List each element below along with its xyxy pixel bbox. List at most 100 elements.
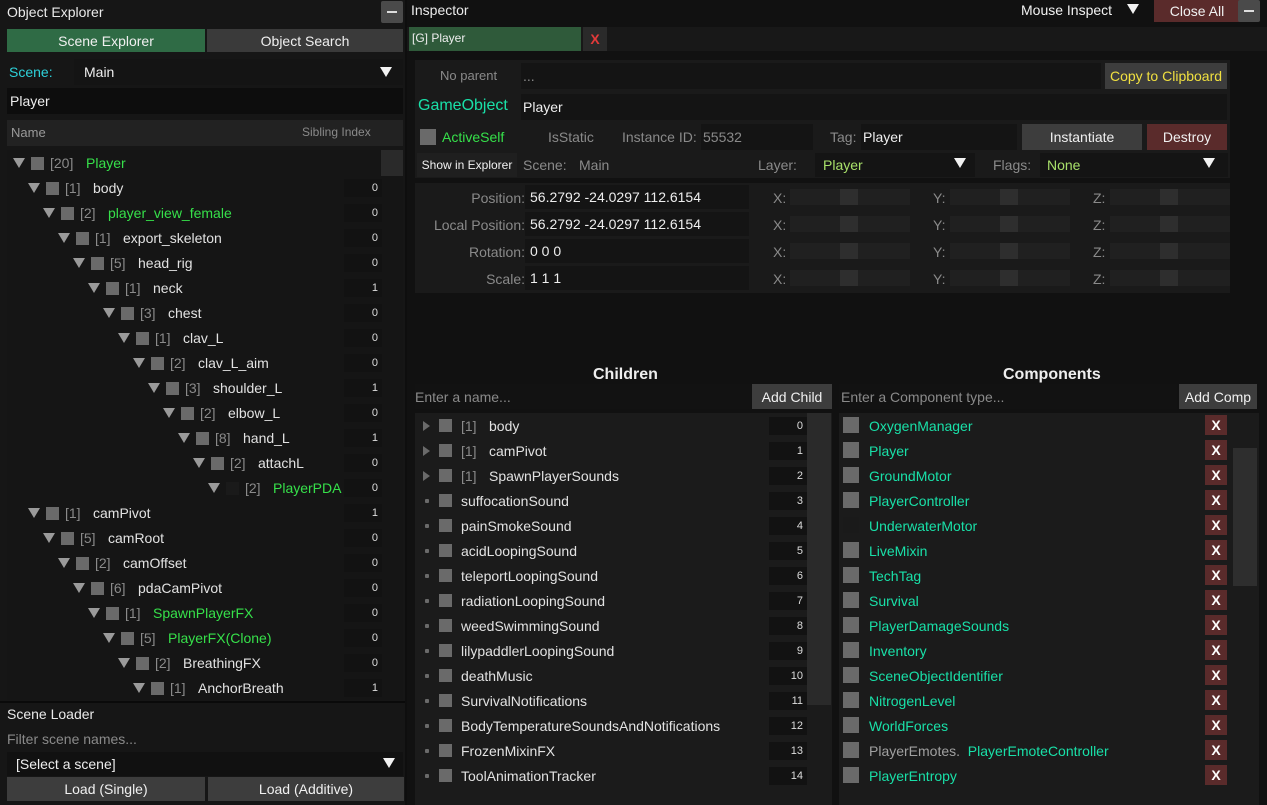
components-scrollbar[interactable] — [1233, 448, 1257, 586]
tree-row[interactable]: [1] export_skeleton 0 — [7, 225, 403, 250]
remove-component-button[interactable]: X — [1205, 640, 1227, 660]
sibling-index-field[interactable]: 0 — [344, 629, 382, 647]
slider-handle[interactable] — [1000, 243, 1018, 259]
component-enabled-checkbox[interactable] — [843, 742, 859, 758]
child-sibling-index[interactable]: 12 — [769, 717, 807, 735]
active-checkbox[interactable] — [46, 182, 59, 195]
axis-slider[interactable] — [790, 243, 910, 259]
child-row[interactable]: deathMusic 10 — [415, 663, 832, 688]
slider-handle[interactable] — [840, 243, 858, 259]
child-sibling-index[interactable]: 1 — [769, 442, 807, 460]
tree-row[interactable]: [1] body 0 — [7, 175, 403, 200]
tree-row[interactable]: [2] elbow_L 0 — [7, 400, 403, 425]
axis-slider[interactable] — [950, 216, 1070, 232]
tree-row[interactable]: [2] PlayerPDA 0 — [7, 475, 403, 500]
component-enabled-checkbox[interactable] — [843, 642, 859, 658]
sibling-index-field[interactable]: 1 — [344, 379, 382, 397]
expand-toggle-icon[interactable] — [193, 458, 205, 468]
slider-handle[interactable] — [840, 189, 858, 205]
remove-component-button[interactable]: X — [1205, 665, 1227, 685]
expand-toggle-icon[interactable] — [73, 583, 85, 593]
axis-slider[interactable] — [790, 216, 910, 232]
axis-slider[interactable] — [1110, 189, 1230, 205]
active-checkbox[interactable] — [151, 357, 164, 370]
active-checkbox[interactable] — [61, 207, 74, 220]
component-row[interactable]: GroundMotor X — [839, 463, 1259, 488]
tree-row[interactable]: [2] camOffset 0 — [7, 550, 403, 575]
component-row[interactable]: SceneObjectIdentifier X — [839, 663, 1259, 688]
component-enabled-checkbox[interactable] — [843, 592, 859, 608]
component-enabled-checkbox[interactable] — [843, 492, 859, 508]
active-checkbox[interactable] — [136, 332, 149, 345]
expand-toggle-icon[interactable] — [103, 308, 115, 318]
expand-toggle-icon[interactable] — [118, 658, 130, 668]
child-active-checkbox[interactable] — [439, 769, 452, 782]
child-active-checkbox[interactable] — [439, 644, 452, 657]
load-additive-button[interactable]: Load (Additive) — [208, 777, 404, 801]
component-enabled-checkbox[interactable] — [843, 467, 859, 483]
expand-arrow-icon[interactable] — [423, 446, 430, 456]
copy-to-clipboard-button[interactable]: Copy to Clipboard — [1105, 63, 1227, 89]
component-row[interactable]: PlayerDamageSounds X — [839, 613, 1259, 638]
child-row[interactable]: BodyTemperatureSoundsAndNotifications 12 — [415, 713, 832, 738]
child-active-checkbox[interactable] — [439, 569, 452, 582]
tab-scene-explorer[interactable]: Scene Explorer — [7, 29, 205, 52]
hierarchy-scrollbar[interactable] — [381, 150, 403, 176]
expand-toggle-icon[interactable] — [28, 508, 40, 518]
object-explorer-minimize-button[interactable] — [381, 1, 403, 23]
child-row[interactable]: acidLoopingSound 5 — [415, 538, 832, 563]
transform-value-input[interactable]: 56.2792 -24.0297 112.6154 — [525, 212, 749, 236]
expand-toggle-icon[interactable] — [88, 608, 100, 618]
child-active-checkbox[interactable] — [439, 669, 452, 682]
tab-inspected-player[interactable]: [G] Player — [409, 27, 581, 51]
remove-component-button[interactable]: X — [1205, 565, 1227, 585]
child-active-checkbox[interactable] — [439, 444, 452, 457]
component-row[interactable]: PlayerController X — [839, 488, 1259, 513]
expand-toggle-icon[interactable] — [28, 183, 40, 193]
component-row[interactable]: TechTag X — [839, 563, 1259, 588]
transform-value-input[interactable]: 0 0 0 — [525, 239, 749, 263]
child-row[interactable]: lilypaddlerLoopingSound 9 — [415, 638, 832, 663]
active-checkbox[interactable] — [151, 682, 164, 695]
slider-handle[interactable] — [1000, 189, 1018, 205]
tree-row[interactable]: [5] PlayerFX(Clone) 0 — [7, 625, 403, 650]
component-enabled-checkbox[interactable] — [843, 442, 859, 458]
active-checkbox[interactable] — [136, 657, 149, 670]
tree-row[interactable]: [5] head_rig 0 — [7, 250, 403, 275]
expand-toggle-icon[interactable] — [208, 483, 220, 493]
expand-toggle-icon[interactable] — [103, 633, 115, 643]
sibling-index-field[interactable]: 0 — [344, 604, 382, 622]
active-checkbox[interactable] — [31, 157, 44, 170]
remove-component-button[interactable]: X — [1205, 465, 1227, 485]
child-active-checkbox[interactable] — [439, 494, 452, 507]
expand-toggle-icon[interactable] — [148, 383, 160, 393]
remove-component-button[interactable]: X — [1205, 615, 1227, 635]
axis-slider[interactable] — [1110, 243, 1230, 259]
sibling-index-field[interactable]: 0 — [344, 254, 382, 272]
expand-toggle-icon[interactable] — [73, 258, 85, 268]
child-active-checkbox[interactable] — [439, 594, 452, 607]
expand-toggle-icon[interactable] — [88, 283, 100, 293]
slider-handle[interactable] — [840, 270, 858, 286]
tree-row[interactable]: [1] clav_L 0 — [7, 325, 403, 350]
mouse-inspect-dropdown[interactable]: Mouse Inspect — [1021, 2, 1112, 18]
child-name-input[interactable]: Enter a name... — [415, 384, 751, 409]
sibling-index-field[interactable]: 1 — [344, 679, 382, 697]
axis-slider[interactable] — [950, 189, 1070, 205]
slider-handle[interactable] — [840, 216, 858, 232]
slider-handle[interactable] — [1160, 216, 1178, 232]
active-checkbox[interactable] — [46, 507, 59, 520]
component-enabled-checkbox[interactable] — [843, 542, 859, 558]
tree-row[interactable]: [5] camRoot 0 — [7, 525, 403, 550]
expand-toggle-icon[interactable] — [58, 558, 70, 568]
child-sibling-index[interactable]: 7 — [769, 592, 807, 610]
slider-handle[interactable] — [1160, 189, 1178, 205]
tag-input[interactable]: Player — [861, 124, 1017, 150]
child-active-checkbox[interactable] — [439, 719, 452, 732]
add-child-button[interactable]: Add Child — [752, 384, 832, 409]
active-checkbox[interactable] — [91, 257, 104, 270]
sibling-index-field[interactable]: 0 — [344, 329, 382, 347]
active-checkbox[interactable] — [166, 382, 179, 395]
parent-field[interactable]: ... — [521, 63, 1101, 89]
component-row[interactable]: Inventory X — [839, 638, 1259, 663]
